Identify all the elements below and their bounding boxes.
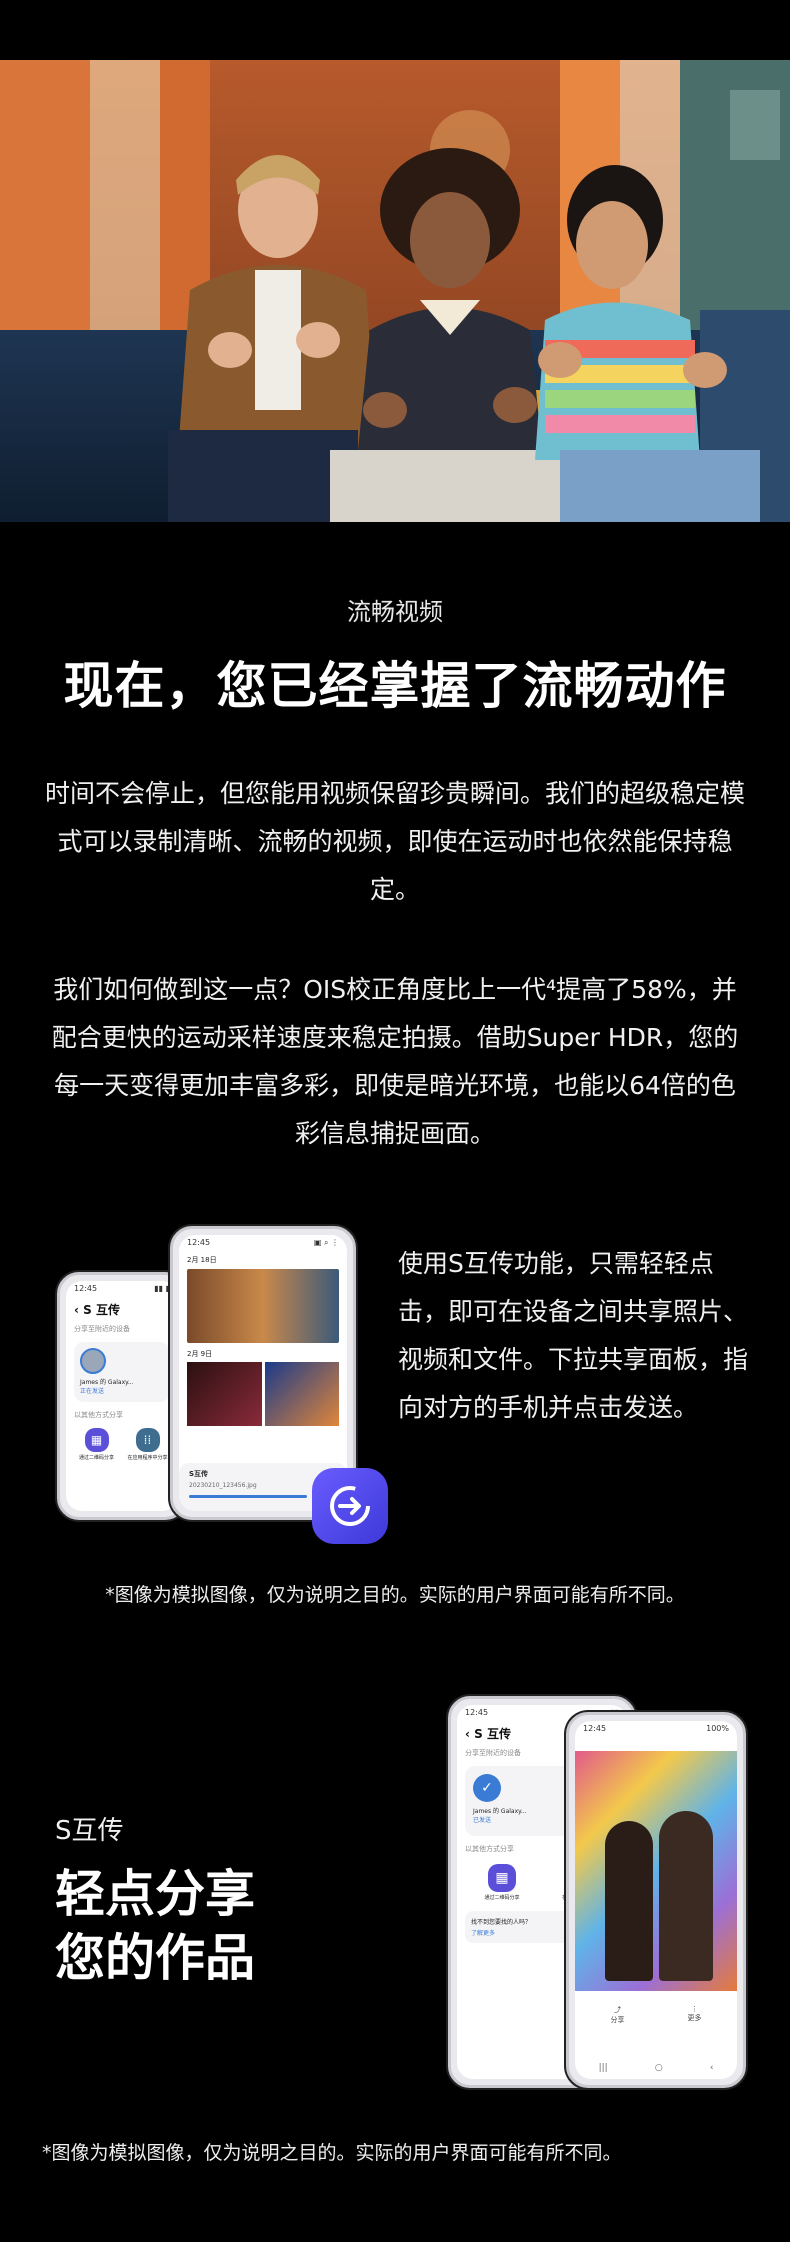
home-icon[interactable]: ○ xyxy=(655,2063,663,2073)
gallery-date-1: 2月 18日 xyxy=(187,1256,217,1264)
feature-label: S互传 xyxy=(55,1816,124,1846)
status-time: 12:45 xyxy=(74,1284,98,1293)
status-time: 12:45 xyxy=(465,1708,489,1717)
contact-name: James 的 Galaxy... xyxy=(80,1379,134,1386)
other-share-label: 以其他方式分享 xyxy=(74,1411,123,1419)
phone-left-screen: 12:45 ▮▮ ▮ ‹ S 互传 分享至附近的设备 James 的 Galaxy… xyxy=(66,1281,178,1511)
back-arrow-icon[interactable]: ‹ xyxy=(465,1727,470,1741)
phone-front-screen: 12:45 100% ⤴ 分享 ⋮ 更多 ||| ○ ‹ xyxy=(575,1721,737,2079)
avatar xyxy=(80,1348,106,1374)
action-bar: ⤴ 分享 ⋮ 更多 xyxy=(575,1991,737,2025)
nearby-label: 分享至附近的设备 xyxy=(74,1325,130,1333)
app-title: ‹ S 互传 xyxy=(74,1303,120,1317)
check-icon: ✓ xyxy=(473,1774,501,1802)
qr-icon: ▦ xyxy=(488,1864,516,1892)
section-headline: 现在，您已经掌握了流畅动作 xyxy=(63,657,727,715)
intro-paragraph: 时间不会停止，但您能用视频保留珍贵瞬间。我们的超级稳定模式可以录制清晰、流畅的视… xyxy=(45,779,746,904)
gallery-photo-1[interactable] xyxy=(187,1269,339,1343)
gallery-date-2: 2月 9日 xyxy=(187,1350,213,1358)
friends-on-sofa-image xyxy=(0,60,790,522)
contact-card[interactable]: James 的 Galaxy... 正在发送 xyxy=(74,1342,170,1402)
toolbar-icons: ▣ ⌕ ⋮ xyxy=(313,1238,339,1247)
apps-icon: ⁞⁞ xyxy=(135,1428,160,1452)
back-icon[interactable]: ‹ xyxy=(710,2063,714,2073)
share-icon: ⤴ xyxy=(614,2006,621,2014)
more-action[interactable]: ⋮ 更多 xyxy=(688,2005,702,2025)
disclaimer: *图像为模拟图像，仅为说明之目的。实际的用户界面可能有所不同。 xyxy=(105,1584,685,1606)
quick-share-app-icon[interactable] xyxy=(312,1468,388,1544)
person-left xyxy=(605,1821,653,1981)
disclaimer: *图像为模拟图像，仅为说明之目的。实际的用户界面可能有所不同。 xyxy=(42,2142,622,2164)
contact-status: 正在发送 xyxy=(80,1388,105,1395)
phone-front-mockup: 12:45 100% ⤴ 分享 ⋮ 更多 ||| ○ ‹ xyxy=(566,1712,746,2088)
app-share-option[interactable]: ⁞⁞ 在应用程序中分享 xyxy=(125,1428,170,1461)
quick-share-icon xyxy=(330,1486,370,1526)
person-right xyxy=(659,1811,713,1981)
transfer-progress xyxy=(189,1495,308,1498)
battery-status: 100% xyxy=(706,1724,729,1733)
recents-icon[interactable]: ||| xyxy=(599,2063,608,2073)
share-action[interactable]: ⤴ 分享 xyxy=(611,2005,625,2025)
gallery-photo-2[interactable] xyxy=(187,1362,262,1426)
gallery-photo-3[interactable] xyxy=(264,1362,339,1426)
qr-share-option[interactable]: ▦ 通过二维码分享 xyxy=(74,1428,119,1461)
share-description: 使用S互传功能，只需轻轻点击，即可在设备之间共享照片、视频和文件。下拉共享面板，… xyxy=(398,1249,749,1422)
more-icon: ⋮ xyxy=(691,2005,698,2013)
status-time: 12:45 xyxy=(583,1724,607,1733)
qr-icon: ▦ xyxy=(84,1428,109,1452)
back-arrow-icon[interactable]: ‹ xyxy=(74,1303,79,1317)
phone-right-screen: 12:45 ▣ ⌕ ⋮ 2月 18日 2月 9日 S互传 20230210_123… xyxy=(179,1235,347,1511)
share-options: ▦ 通过二维码分享 ⁞⁞ 在应用程序中分享 xyxy=(74,1428,170,1461)
ois-paragraph: 我们如何做到这一点？OIS校正角度比上一代⁴提高了58%，并配合更快的运动采样速… xyxy=(51,975,739,1148)
section-eyebrow: 流畅视频 xyxy=(347,598,443,626)
feature-title: 轻点分享 您的作品 xyxy=(55,1865,255,1987)
shared-photo[interactable] xyxy=(575,1751,737,1991)
status-time: 12:45 xyxy=(187,1238,211,1247)
nav-bar: ||| ○ ‹ xyxy=(575,2063,737,2073)
phone-left-mockup: 12:45 ▮▮ ▮ ‹ S 互传 分享至附近的设备 James 的 Galaxy… xyxy=(57,1272,187,1520)
qr-share-option[interactable]: ▦ 通过二维码分享 xyxy=(465,1864,539,1901)
gallery-row-2 xyxy=(187,1362,339,1426)
hero-photo xyxy=(0,60,790,522)
